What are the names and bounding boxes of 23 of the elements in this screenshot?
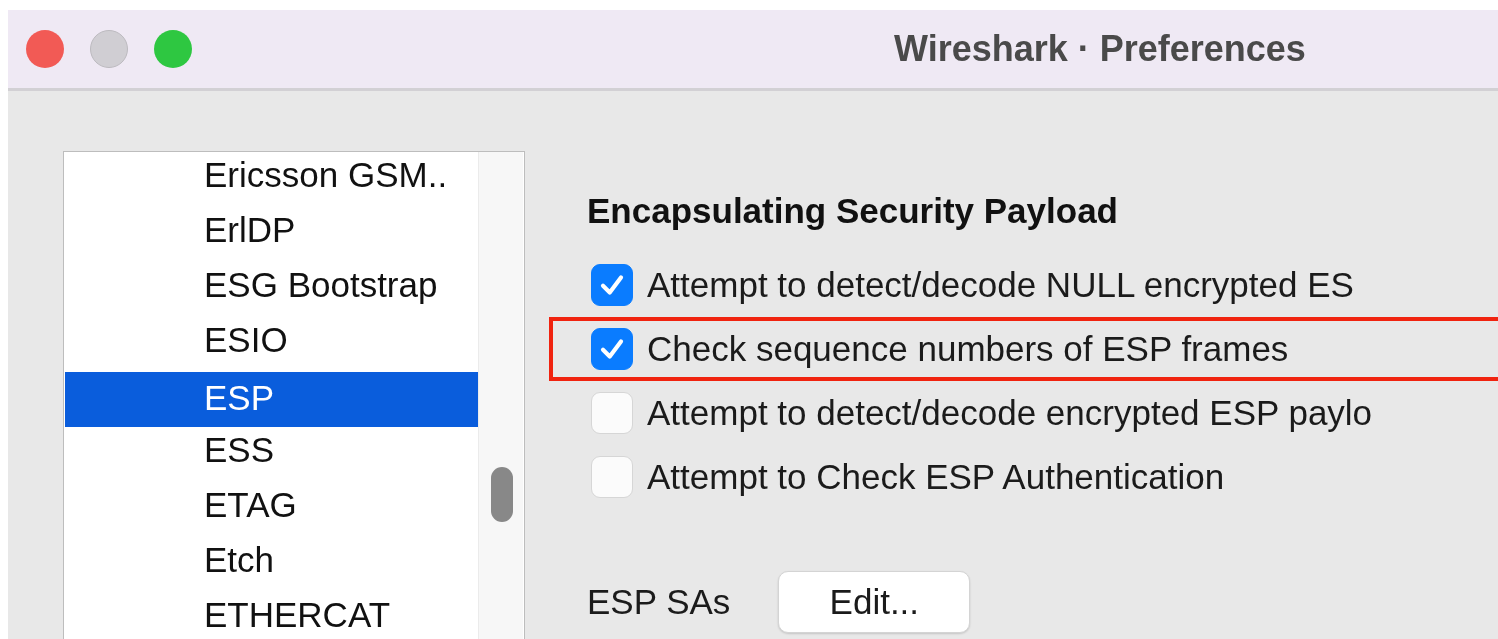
option-label: Attempt to detect/decode encrypted ESP paylo <box>647 393 1373 433</box>
scroll-thumb[interactable] <box>491 467 513 522</box>
list-item[interactable]: Ericsson GSM.. <box>65 152 478 207</box>
checkbox[interactable] <box>591 264 633 306</box>
option-label: Check sequence numbers of ESP frames <box>647 329 1289 369</box>
list-item[interactable]: ESG Bootstrap <box>65 262 478 317</box>
edit-button[interactable]: Edit... <box>778 571 971 633</box>
checkbox[interactable] <box>591 328 633 370</box>
option-label: Attempt to detect/decode NULL encrypted ES <box>647 265 1354 305</box>
field-label: ESP SAs <box>587 582 731 622</box>
list-item[interactable]: ESP <box>65 372 478 427</box>
section-heading: Encapsulating Security Payload <box>587 191 1119 231</box>
list-item[interactable]: ESS <box>65 427 478 482</box>
zoom-button[interactable] <box>154 30 192 68</box>
close-button[interactable] <box>26 30 64 68</box>
list-item[interactable]: ETAG <box>65 482 478 537</box>
list-item[interactable]: ErlDP <box>65 207 478 262</box>
list-item[interactable]: ESIO <box>65 317 478 372</box>
minimize-button[interactable] <box>90 30 128 68</box>
option-label: Attempt to Check ESP Authentication <box>647 457 1225 497</box>
list-item[interactable]: ETHERCAT <box>65 592 478 639</box>
list-item[interactable]: Etch <box>65 537 478 592</box>
window-title: Wireshark · Preferences <box>894 28 1306 70</box>
